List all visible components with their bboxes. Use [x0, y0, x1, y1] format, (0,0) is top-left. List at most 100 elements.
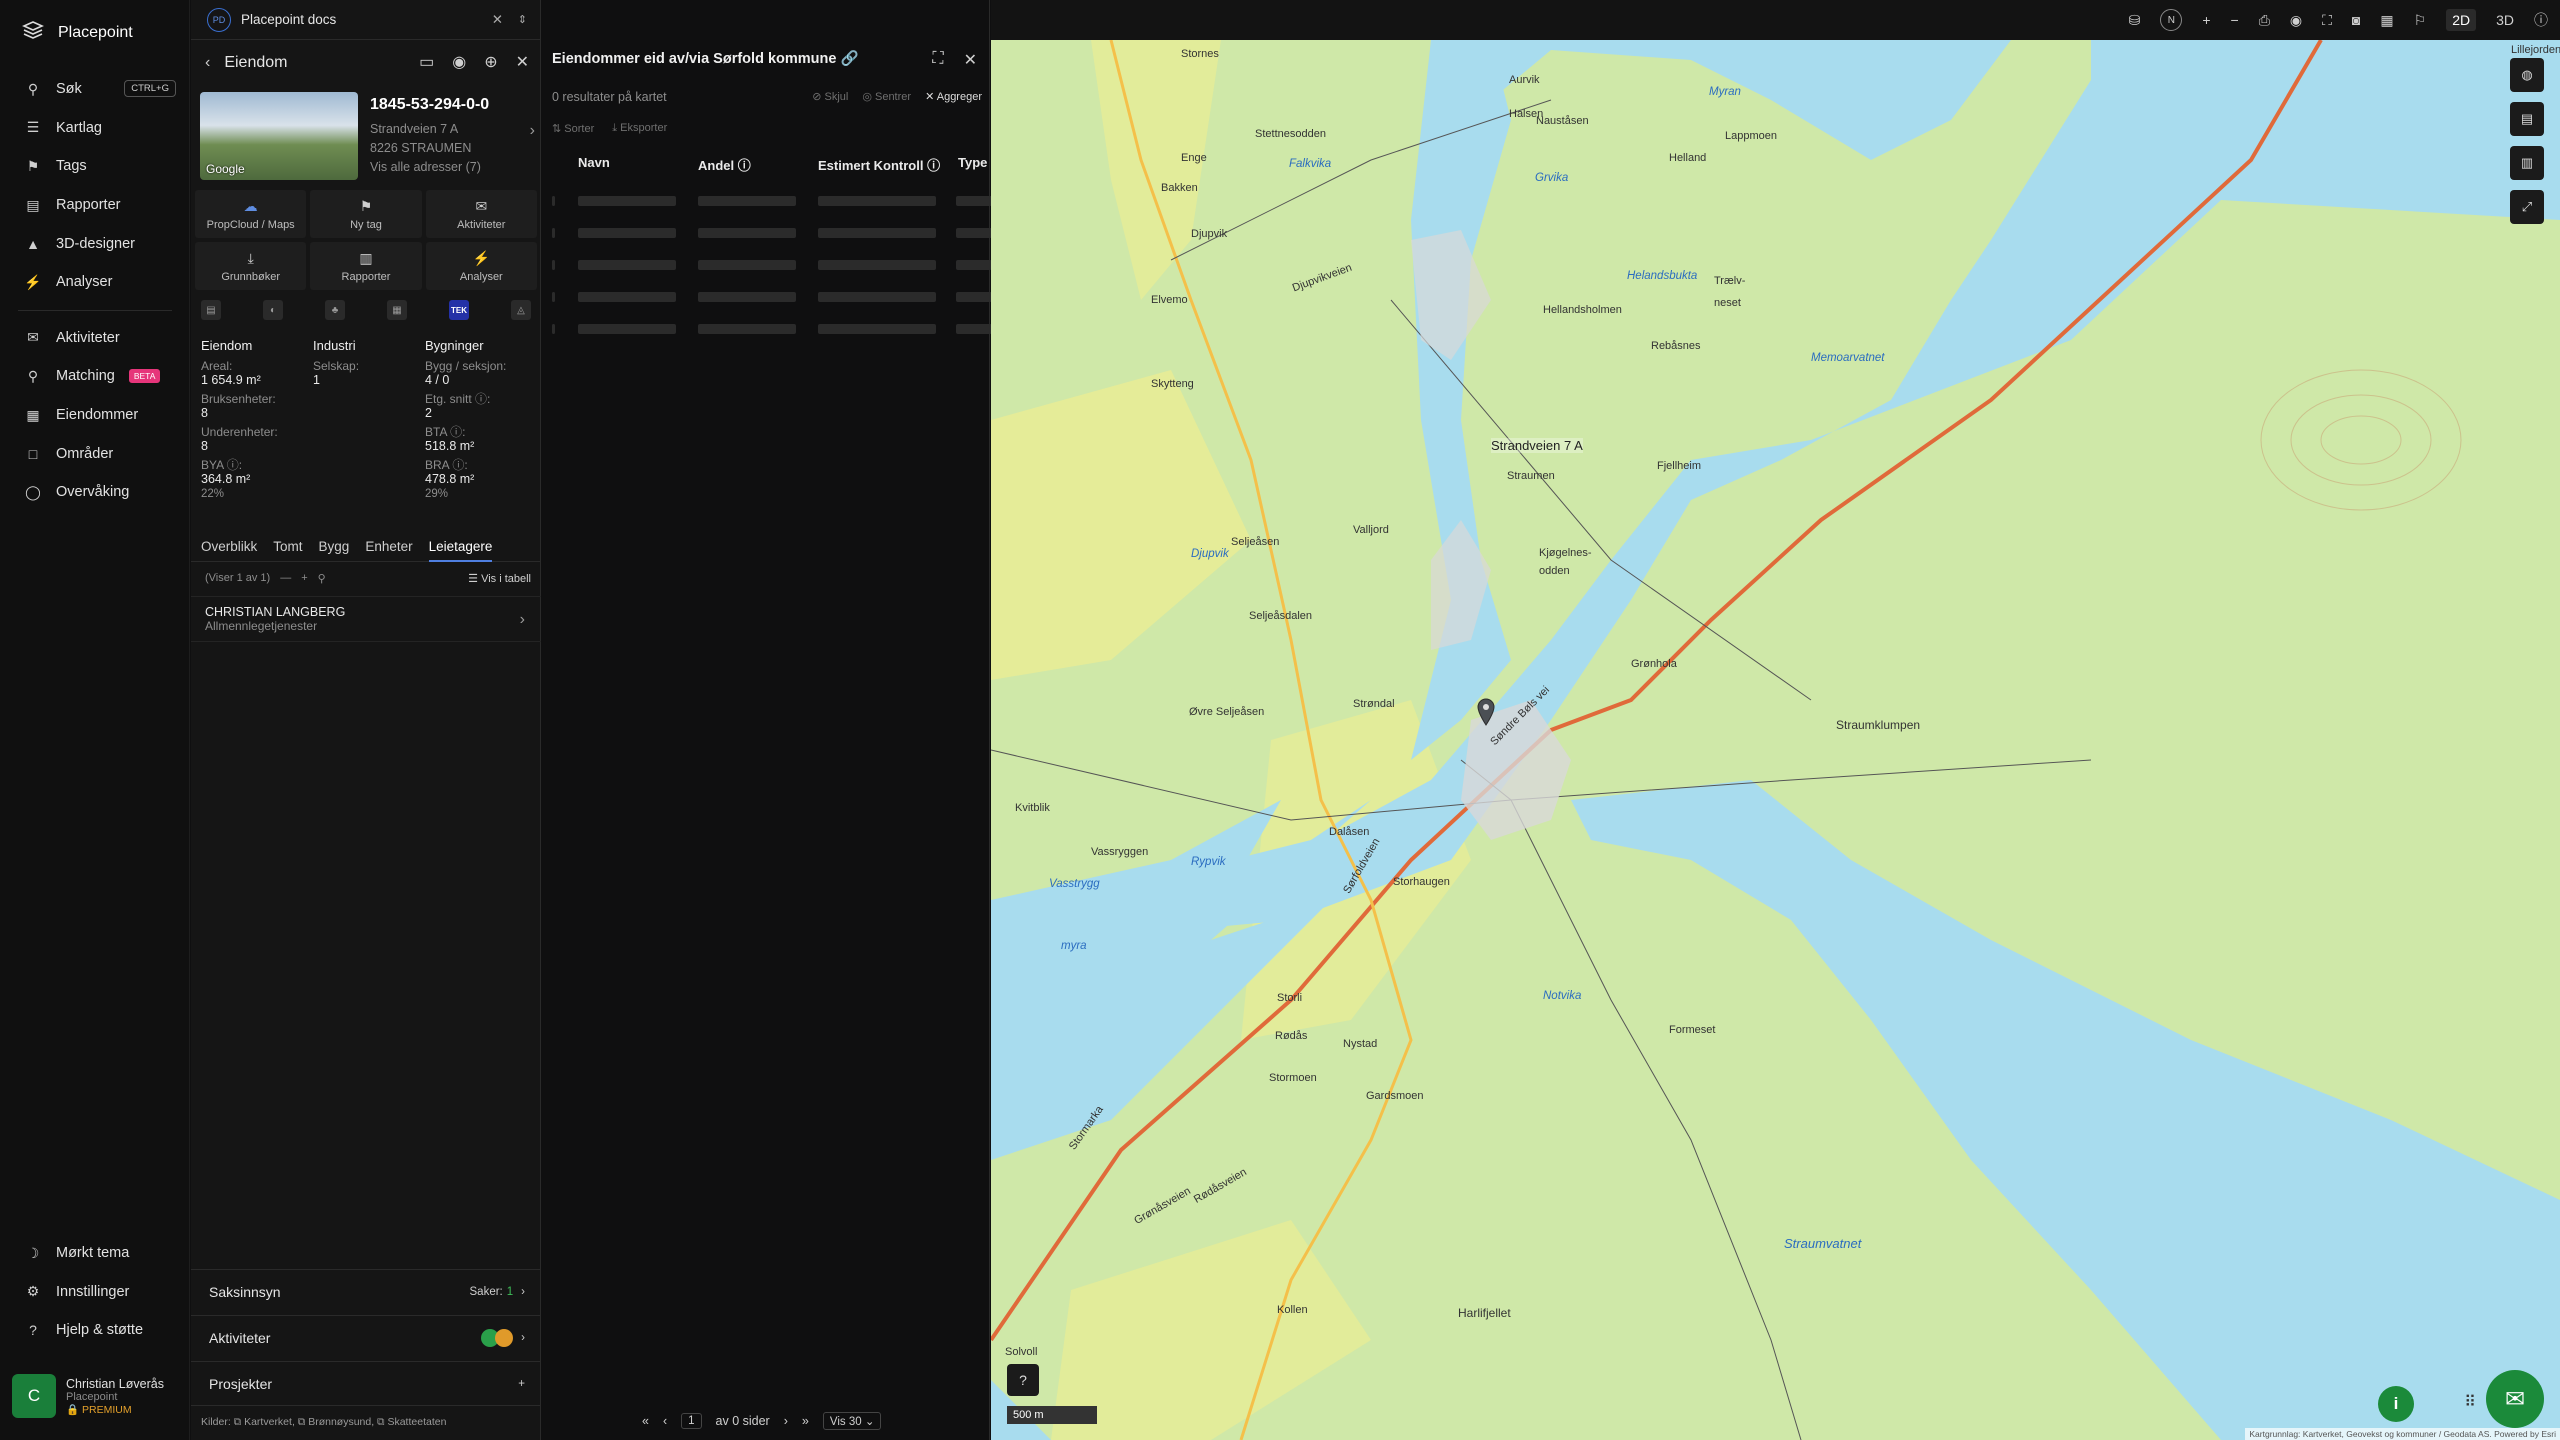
reports-button[interactable]: ▥ Rapporter [310, 242, 422, 290]
page-input[interactable]: 1 [681, 1413, 702, 1429]
expand-icon[interactable]: ⇕ [518, 13, 527, 26]
map-chart-icon[interactable]: ▥ [2510, 146, 2544, 180]
col-estimert-kontroll[interactable]: Estimert Kontroll ⓘ [818, 155, 940, 174]
grunnboker-button[interactable]: ⤓ Grunnbøker [195, 242, 307, 290]
zoom-in-icon[interactable]: + [2202, 12, 2210, 28]
id-card-icon[interactable]: ▭ [419, 52, 434, 72]
collapse-icon[interactable]: — [280, 572, 291, 584]
per-page-select[interactable]: Vis 30 ⌄ [822, 1412, 882, 1430]
nav-kartlag[interactable]: ☰ Kartlag [0, 109, 190, 148]
map-measure-icon[interactable]: ⤢ [2510, 190, 2544, 224]
nav-rapporter[interactable]: ▤ Rapporter [0, 186, 190, 225]
activities-label: Aktiviteter [457, 218, 506, 231]
water-label: myra [1061, 940, 1087, 952]
tab-tomt[interactable]: Tomt [273, 539, 302, 554]
all-addresses-link[interactable]: Vis alle adresser (7) [370, 158, 535, 177]
fullscreen-icon[interactable]: ⛶ [2322, 12, 2332, 29]
tab-enheter[interactable]: Enheter [365, 539, 412, 554]
nav-3d-designer[interactable]: ▲ 3D-designer [0, 224, 190, 263]
add-icon[interactable]: + [301, 572, 307, 584]
view-2d-button[interactable]: 2D [2446, 9, 2477, 31]
sort-button[interactable]: ⇅ Sorter [552, 122, 594, 135]
tab-leietagere[interactable]: Leietagere [428, 539, 493, 562]
layers-feature-icon[interactable]: ▤ [201, 300, 221, 320]
nav-search[interactable]: ⚲ Søk CTRL+G [0, 70, 190, 109]
map-legend-icon[interactable]: ▤ [2510, 102, 2544, 136]
nav-analyser-label: Analyser [56, 274, 113, 291]
property-photo[interactable]: Google [200, 92, 358, 180]
nav-matching[interactable]: ⚲ Matching BETA [0, 357, 190, 396]
center-button[interactable]: ◎ Sentrer [862, 90, 911, 103]
industry-icon[interactable]: ♣ [325, 300, 345, 320]
globe-icon[interactable]: ◐ [263, 300, 283, 320]
table-row [552, 289, 992, 303]
nav-eiendommer[interactable]: ▦ Eiendommer [0, 396, 190, 435]
activities-button[interactable]: ✉ Aktiviteter [425, 190, 537, 238]
dark-theme-toggle[interactable]: ☽ Mørkt tema [0, 1234, 190, 1273]
nav-overvaking[interactable]: ◯ Overvåking [0, 473, 190, 512]
chevron-right-icon[interactable]: › [530, 122, 535, 140]
info-icon[interactable]: ⓘ [2534, 10, 2548, 30]
prev-page-icon[interactable]: ‹ [663, 1414, 667, 1428]
nav-omrader[interactable]: □ Områder [0, 434, 190, 473]
compass-icon[interactable]: N [2160, 9, 2183, 31]
eye-icon[interactable]: ◉ [452, 52, 466, 72]
camera-icon[interactable]: ◙ [2352, 12, 2360, 28]
nav-help[interactable]: ? Hjelp & støtte [0, 1311, 190, 1350]
col-andel[interactable]: Andel ⓘ [698, 155, 751, 174]
grid-icon[interactable]: ▦ [2380, 12, 2393, 29]
docs-logo: PD [207, 7, 231, 32]
nav-aktiviteter-label: Aktiviteter [56, 329, 120, 346]
search-icon[interactable]: ⚲ [318, 572, 326, 585]
close-icon[interactable]: ✕ [492, 12, 503, 28]
add-icon[interactable]: ⊕ [484, 52, 497, 72]
print-icon[interactable]: ⎙ [2259, 12, 2270, 29]
layers-toggle-icon[interactable]: ⛁ [2129, 12, 2141, 29]
map-layers-icon[interactable]: ◍ [2510, 58, 2544, 92]
drag-handle-icon[interactable]: ⠿ [2464, 1392, 2476, 1412]
zoom-out-icon[interactable]: − [2231, 12, 2239, 28]
view-3d-button[interactable]: 3D [2496, 12, 2514, 28]
chat-button[interactable]: ✉ [2486, 1370, 2544, 1428]
saksinnsyn-section[interactable]: Saksinnsyn Saker: 1 › [191, 1269, 541, 1314]
analyses-button[interactable]: ⚡ Analyser [425, 242, 537, 290]
fullscreen-icon[interactable]: ⛶ [932, 50, 943, 70]
propcloud-button[interactable]: ☁ PropCloud / Maps [195, 190, 307, 238]
nav-tags[interactable]: ⚑ Tags [0, 147, 190, 186]
info-button[interactable]: i [2378, 1386, 2414, 1422]
location-pin-icon[interactable] [1477, 698, 1495, 731]
doc-tab[interactable]: PD Placepoint docs ✕ ⇕ [191, 0, 541, 40]
aktiviteter-section[interactable]: Aktiviteter › [191, 1315, 541, 1360]
user-profile[interactable]: C Christian Løverås Placepoint 🔒 PREMIUM [12, 1368, 182, 1424]
back-icon[interactable]: ‹ [205, 54, 210, 72]
nav-settings[interactable]: ⚙ Innstillinger [0, 1273, 190, 1312]
nav-analyser[interactable]: ⚡ Analyser [0, 263, 190, 302]
next-page-icon[interactable]: › [784, 1414, 788, 1428]
map-canvas[interactable]: Strandveien 7 A Straumen Straumklumpen V… [991, 40, 2560, 1440]
first-page-icon[interactable]: « [642, 1414, 649, 1428]
bookmark-icon[interactable]: ⚐ [2414, 12, 2427, 29]
view-table-button[interactable]: ☰ Vis i tabell [468, 572, 531, 585]
avatar: C [12, 1374, 56, 1418]
prosjekter-section[interactable]: Prosjekter + [191, 1361, 541, 1406]
aggregate-button[interactable]: ✕ Aggreger [925, 90, 982, 103]
more-icon[interactable]: ◬ [511, 300, 531, 320]
tab-overblikk[interactable]: Overblikk [201, 539, 257, 554]
hide-button[interactable]: ⊘ Skjul [812, 90, 848, 103]
help-icon[interactable]: ? [1007, 1364, 1039, 1396]
export-button[interactable]: ⤓ Eksporter [612, 122, 667, 135]
app-brand[interactable]: Placepoint [22, 20, 133, 45]
close-panel-icon[interactable]: ✕ [516, 52, 529, 72]
tek-badge[interactable]: TEK [449, 300, 469, 320]
new-tag-button[interactable]: ⚑ Ny tag [310, 190, 422, 238]
add-project-icon[interactable]: + [518, 1378, 525, 1390]
list-item[interactable]: CHRISTIAN LANGBERG Allmennlegetjenester … [191, 596, 541, 642]
nav-aktiviteter[interactable]: ✉ Aktiviteter [0, 319, 190, 358]
tab-bygg[interactable]: Bygg [319, 539, 350, 554]
col-type[interactable]: Type [958, 155, 987, 170]
buildings-icon[interactable]: ▦ [387, 300, 407, 320]
close-icon[interactable]: ✕ [964, 50, 977, 70]
last-page-icon[interactable]: » [802, 1414, 809, 1428]
col-navn[interactable]: Navn [578, 155, 610, 170]
eye-icon[interactable]: ◉ [2290, 12, 2302, 29]
